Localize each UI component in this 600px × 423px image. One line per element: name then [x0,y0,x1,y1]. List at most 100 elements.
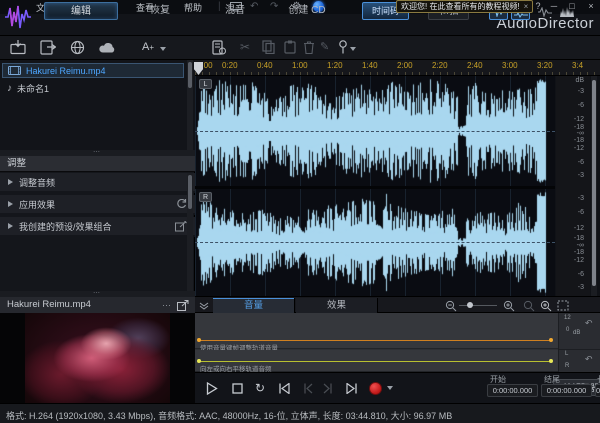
tooltip-close-icon[interactable]: × [524,2,529,11]
db-scale-label: -∞ [577,242,584,249]
cloud-icon[interactable] [99,41,117,54]
audiodirector-window: 文件 编辑 查看 帮助 | ↶ ↷ ⚙ *未命 欢迎您! 在此查看所有的教程视频… [0,0,600,423]
filelist-scrollbar[interactable] [187,60,193,152]
db-scale: dB-3-6-12-18-∞-18-12-6-3-3-6-12-18-∞-18-… [556,76,590,296]
file-row-untitled[interactable]: ♪ 未命名1 [2,81,184,96]
copy-icon [262,40,275,54]
expand-arrow-icon[interactable] [8,201,13,207]
toolbar [0,36,600,60]
paste-icon [284,40,296,54]
ruler-label: 0:40 [257,61,273,70]
range-fields: 开始 0:00:00.000 结尾 0:00:00.000 长 0:00:00.… [487,373,600,404]
vertical-scrollbar[interactable] [591,76,597,296]
apply-effects-label: 应用效果 [19,198,55,211]
end-time-field[interactable]: 0:00:00.000 [541,384,592,397]
vol-scale-unit: dB [573,330,580,336]
reset-volume-icon[interactable]: ↷ [585,318,593,329]
db-scale-label: -6 [578,271,584,278]
tab-edit[interactable]: 编辑 [44,2,118,20]
zoom-selection-icon[interactable] [540,300,552,312]
transport-bar: ↻ 编解码器 0:00:00.000 开始 0:00:00.000 结尾 0:0… [195,372,600,403]
volume-envelope-track[interactable]: 使用音量键帧调整轨道音量 [195,313,558,349]
close-button[interactable]: × [585,0,597,13]
undock-preview-icon[interactable] [177,300,189,311]
properties-icon[interactable] [212,40,226,55]
my-presets-item[interactable]: 我创建的预设/效果组合 [0,217,195,237]
previous-frame-button [298,380,316,396]
db-scale-label: -6 [578,102,584,109]
adjust-scrollbar[interactable] [187,173,193,293]
expand-arrow-icon[interactable] [8,223,13,229]
db-scale-label: -18 [574,235,584,242]
zoom-slider-handle[interactable] [467,302,473,308]
stop-button[interactable] [228,380,246,396]
reset-effects-icon[interactable] [176,199,187,209]
zoom-in-icon[interactable] [503,300,515,312]
select-region-icon[interactable] [557,300,569,311]
loop-playback-button[interactable]: ↻ [251,380,269,396]
reset-pan-icon[interactable]: ↷ [585,354,593,365]
marker-icon[interactable] [338,40,348,54]
pan-keyframe-end[interactable] [549,359,553,363]
pan-envelope-line[interactable] [199,361,551,362]
envelope-side-scale: 12 0 dB ↷ L R ↷ [558,313,600,372]
tab-create-cd[interactable]: 创建 CD [272,2,342,20]
go-to-end-button[interactable] [343,380,361,396]
expand-arrow-icon[interactable] [8,179,13,185]
media-info-text: 格式: H.264 (1920x1080, 3.43 Mbps), 音频格式: … [6,409,452,422]
app-logo-icon [3,2,33,32]
channel-right-badge: R [199,192,212,202]
apply-effects-item[interactable]: 应用效果 [0,195,195,215]
db-scale-label: -3 [578,88,584,95]
collapse-panel-icon[interactable] [199,300,209,310]
tab-effects[interactable]: 效果 [296,298,378,313]
ruler-label: 2:00 [397,61,413,70]
tab-volume[interactable]: 音量 [213,298,295,313]
waveform-channel-left[interactable]: L [195,76,555,186]
db-scale-label: -3 [578,172,584,179]
db-scale-label: -3 [578,284,584,291]
import-file-icon[interactable] [10,40,26,55]
music-note-icon: ♪ [7,83,12,94]
zoom-out-icon[interactable] [445,300,457,312]
preview-title: Hakurei Reimu.mp4 [7,299,91,310]
my-presets-label: 我创建的预设/效果组合 [19,220,112,233]
waveform-channel-right[interactable]: R [195,189,555,296]
tab-mix[interactable]: 混音 [200,2,270,20]
db-scale-label: -12 [574,145,584,152]
timeline-ruler[interactable]: 0:000:200:401:001:201:402:002:202:403:00… [195,60,600,76]
volume-envelope-line[interactable] [199,340,551,341]
channel-left-badge: L [199,79,212,89]
file-row-hakurei[interactable]: Hakurei Reimu.mp4 [2,63,184,78]
file-name: 未命名1 [17,82,49,95]
adjust-audio-label: 调整音频 [19,176,55,189]
edit-preset-icon[interactable] [175,221,187,232]
start-time-field[interactable]: 0:00:00.000 [487,384,538,397]
single-wave-view-icon[interactable] [535,3,554,20]
record-button[interactable] [369,382,382,395]
length-time-field[interactable]: 0:00:00.000 [595,384,600,397]
pan-envelope-track[interactable]: 向左或向右平移轨道音频 [195,350,558,372]
marker-dropdown-icon[interactable] [350,47,356,51]
record-dropdown-icon[interactable] [387,386,393,390]
text-to-speech-tool[interactable]: A+ [142,41,154,53]
export-file-icon[interactable] [40,40,56,55]
preview-menu-icon[interactable]: ⋯ [162,297,171,313]
center-line [195,242,555,243]
video-preview[interactable] [0,313,195,403]
ruler-label: 1:40 [362,61,378,70]
adjust-audio-item[interactable]: 调整音频 [0,173,195,193]
welcome-tooltip[interactable]: 欢迎您! 在此查看所有的教程视频! × [396,0,533,13]
volume-keyframe-end[interactable] [549,338,553,342]
db-scale-label: -18 [574,137,584,144]
text-tool-dropdown-icon[interactable] [160,47,166,51]
cut-scissors-icon: ✂ [240,40,250,54]
spectral-view-icon[interactable] [557,3,576,20]
ruler-label: 1:00 [292,61,308,70]
play-button[interactable] [203,380,221,396]
db-scale-label: -12 [574,225,584,232]
tab-restore[interactable]: 恢复 [125,2,195,20]
go-to-start-button[interactable] [275,380,293,396]
share-online-icon[interactable] [70,40,85,55]
zoom-slider-track[interactable] [459,305,497,306]
